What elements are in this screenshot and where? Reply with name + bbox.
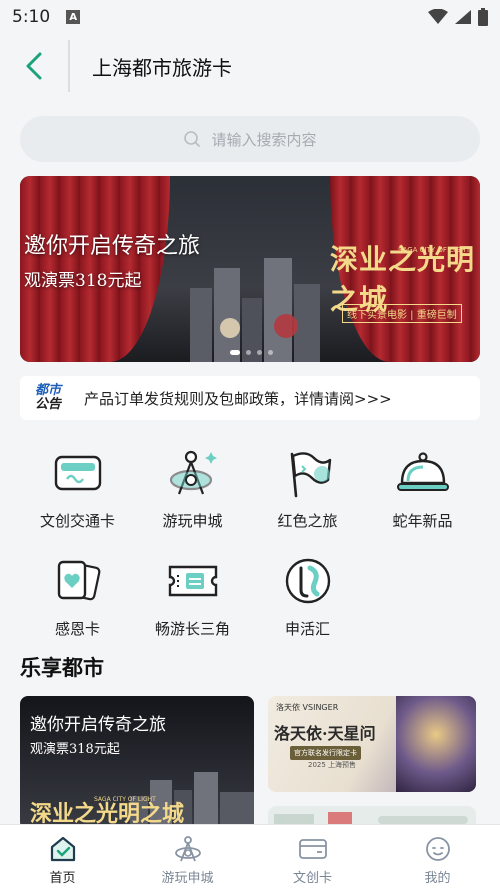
card-subline: 观演票318元起 xyxy=(30,742,120,757)
grid-item-red-tour[interactable]: 红色之旅 xyxy=(250,440,365,534)
grid-item-new-year[interactable]: 蛇年新品 xyxy=(365,440,480,534)
card-character-image xyxy=(396,696,476,792)
grid-item-transit-card[interactable]: 文创交通卡 xyxy=(20,440,135,534)
grid-label: 申活汇 xyxy=(284,620,330,638)
status-indicators xyxy=(428,8,488,26)
back-button[interactable] xyxy=(0,34,68,98)
app-header: 上海都市旅游卡 xyxy=(0,34,500,98)
notice-badge: 都市 公告 xyxy=(20,376,76,420)
ticket-icon xyxy=(166,554,220,608)
grid-item-city-tour[interactable]: 游玩申城 xyxy=(135,440,250,534)
pagination-dot[interactable] xyxy=(257,350,262,355)
grid-item-yangtze-delta[interactable]: 畅游长三角 xyxy=(135,548,250,642)
tab-profile[interactable]: 我的 xyxy=(375,825,500,888)
battery-icon xyxy=(478,8,488,26)
grid-item-thanks-card[interactable]: 感恩卡 xyxy=(20,548,135,642)
status-bar: 5:10 A xyxy=(0,0,500,34)
search-icon xyxy=(184,131,201,147)
grid-label: 感恩卡 xyxy=(54,620,100,638)
status-time: 5:10 xyxy=(12,7,51,27)
grid-label: 畅游长三角 xyxy=(154,620,230,638)
feature-card-show[interactable]: 邀你开启传奇之旅 观演票318元起 深业之光明之城 SAGA CITY OF L… xyxy=(20,696,254,830)
profile-icon xyxy=(423,835,453,863)
promo-banner[interactable]: 邀你开启传奇之旅 观演票318元起 深业之光明之城 SAGA CITY OF L… xyxy=(20,176,480,362)
city-skyline-image xyxy=(190,258,320,362)
grid-label: 文创交通卡 xyxy=(39,512,115,530)
tab-label: 游玩申城 xyxy=(161,871,214,886)
flag-icon xyxy=(281,446,335,500)
banner-tag: 线下实景电影 | 重磅巨制 xyxy=(342,304,462,323)
page-title: 上海都市旅游卡 xyxy=(92,55,232,80)
banner-pagination xyxy=(230,350,273,355)
card-logo-en: SAGA CITY OF LIGHT xyxy=(94,796,156,803)
grid-label: 蛇年新品 xyxy=(392,512,453,530)
tab-home[interactable]: 首页 xyxy=(0,825,125,888)
card-headline: 邀你开启传奇之旅 xyxy=(30,715,166,735)
card-icon xyxy=(298,835,328,863)
food-cloche-icon xyxy=(396,446,450,500)
category-grid: 文创交通卡 游玩申城 红色之旅 蛇年新品 感恩卡 畅游长三角 申活汇 xyxy=(20,440,480,642)
notice-badge-line2: 公告 xyxy=(34,397,61,412)
tab-culture-card[interactable]: 文创卡 xyxy=(250,825,375,888)
search-placeholder: 请输入搜索内容 xyxy=(211,130,317,149)
card-title: 洛天依·天星问 xyxy=(274,724,376,743)
chevron-left-icon xyxy=(26,52,42,80)
tab-label: 首页 xyxy=(49,871,76,886)
tower-icon xyxy=(173,835,203,863)
tab-label: 文创卡 xyxy=(292,871,332,886)
tab-label: 我的 xyxy=(424,871,451,886)
notice-text: 产品订单发货规则及包邮政策，详情请阅>>> xyxy=(84,389,392,408)
pagination-dot[interactable] xyxy=(268,350,273,355)
banner-logo-en: SAGA CITY OF LIGHT xyxy=(398,246,471,254)
bottom-tab-bar: 首页 游玩申城 文创卡 我的 xyxy=(0,824,500,888)
city-tower-icon xyxy=(166,446,220,500)
banner-subline: 观演票318元起 xyxy=(24,271,142,291)
wifi-icon xyxy=(428,9,448,24)
card-brand: 洛天依 VSINGER xyxy=(276,703,339,712)
transit-card-icon xyxy=(51,446,105,500)
banner-headline: 邀你开启传奇之旅 xyxy=(24,234,201,259)
notice-bar[interactable]: 都市 公告 产品订单发货规则及包邮政策，详情请阅>>> xyxy=(20,376,480,420)
card-subtitle: 官方联名发行限定卡 xyxy=(290,746,361,760)
circle-badge-icon xyxy=(281,554,335,608)
notification-icon: A xyxy=(66,10,81,24)
search-input[interactable]: 请输入搜索内容 xyxy=(20,116,480,162)
heart-card-icon xyxy=(51,554,105,608)
tab-city-tour[interactable]: 游玩申城 xyxy=(125,825,250,888)
card-date: 2025 上海预售 xyxy=(308,761,357,769)
grid-item-shenhuohui[interactable]: 申活汇 xyxy=(250,548,365,642)
pagination-dot[interactable] xyxy=(246,350,251,355)
signal-icon xyxy=(455,10,471,24)
feature-card-luotianyi[interactable]: 洛天依 VSINGER 洛天依·天星问 官方联名发行限定卡 2025 上海预售 xyxy=(268,696,476,792)
grid-label: 游玩申城 xyxy=(162,512,223,530)
grid-label: 红色之旅 xyxy=(277,512,338,530)
home-icon xyxy=(48,835,78,863)
pagination-dot-active[interactable] xyxy=(230,350,240,355)
header-divider xyxy=(68,40,70,92)
notice-badge-line1: 都市 xyxy=(34,382,61,398)
section-title: 乐享都市 xyxy=(20,656,104,680)
